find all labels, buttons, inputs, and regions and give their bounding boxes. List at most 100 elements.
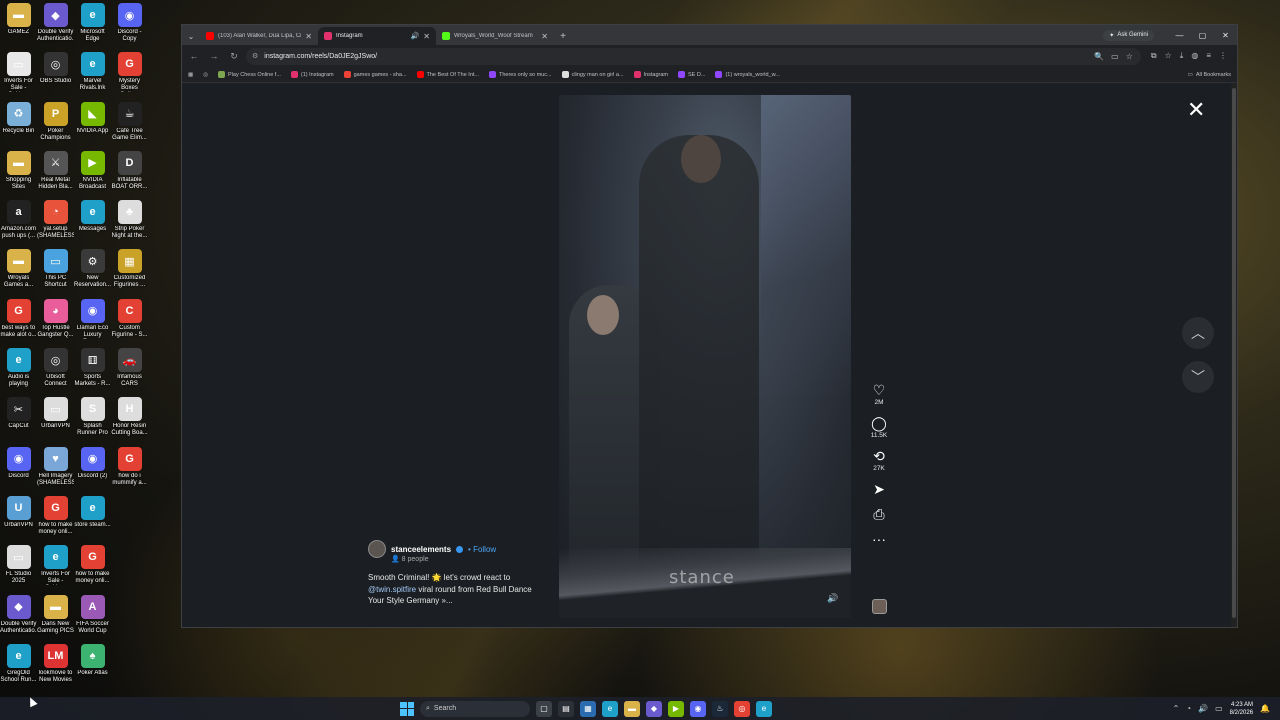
notifications-icon[interactable]: 🔔	[1260, 704, 1270, 713]
tab-kick-stream[interactable]: Wroyals_World_Woof Stream ✕	[436, 27, 554, 45]
comment-icon[interactable]: ◯	[871, 415, 887, 431]
steam-icon[interactable]: ♨	[712, 700, 728, 717]
desktop-icon[interactable]: ◎ Ubisoft Connect	[37, 345, 74, 394]
tray-overflow-icon[interactable]: ⌃	[1173, 704, 1180, 713]
favorites-icon[interactable]: ☆	[1165, 51, 1172, 61]
desktop-icon[interactable]: e store steam...	[74, 493, 111, 542]
follow-button[interactable]: • Follow	[468, 545, 496, 554]
save-action[interactable]: ⎙	[873, 506, 884, 522]
desktop-icon[interactable]: ▶ NVIDIA Broadcast	[74, 148, 111, 197]
close-icon[interactable]: ✕	[1187, 99, 1205, 121]
desktop-icon[interactable]: ♠ Poker Atlas	[74, 641, 111, 690]
scrollbar-thumb[interactable]	[1232, 88, 1236, 618]
bookmark-item[interactable]: Play Chess Online f...	[218, 71, 281, 78]
desktop-icon[interactable]: ▭ UrbanVPN	[37, 394, 74, 443]
collaborators[interactable]: 👤 8 people	[391, 555, 538, 563]
downloads-icon[interactable]: ⤓	[1180, 51, 1184, 61]
chrome-icon[interactable]: ◎	[203, 72, 208, 78]
ask-gemini-button[interactable]: ✦ Ask Gemini	[1103, 29, 1154, 41]
bookmark-item[interactable]: (1) Instagram	[290, 71, 334, 78]
discord-icon[interactable]: ◉	[690, 700, 706, 717]
previous-reel-button[interactable]: ︿	[1182, 317, 1214, 349]
reload-button[interactable]: ↻	[226, 48, 242, 64]
tab-instagram[interactable]: Instagram 🔊 ✕	[318, 27, 436, 45]
tab-close-icon[interactable]: ✕	[541, 32, 548, 41]
send-icon[interactable]: ➤	[873, 481, 885, 497]
desktop-icon[interactable]: e Messages	[74, 197, 111, 246]
bookmark-item[interactable]: Theres only so muc...	[489, 71, 552, 78]
desktop-icon[interactable]: ▦ Customized Figurines ...	[111, 246, 148, 295]
share-action[interactable]: ➤	[873, 481, 885, 497]
desktop-icon[interactable]: LM lookmovie to New Movies	[37, 641, 74, 690]
desktop-icon[interactable]: ◆ Double Verify Authenticatio...	[37, 0, 74, 49]
desktop-icon[interactable]: D Inflatable BOAT ORR...	[111, 148, 148, 197]
next-reel-button[interactable]: ﹀	[1182, 361, 1214, 393]
desktop-icon[interactable]: ☕ Cafe Tree Game Elim...	[111, 99, 148, 148]
audio-playing-icon[interactable]: 🔊	[411, 32, 420, 40]
more-menu-icon[interactable]: ⋮	[1219, 51, 1227, 61]
tab-youtube[interactable]: (103) Alan Walker, Dua Lipa, Cr ✕	[200, 27, 318, 45]
comment-action[interactable]: ◯ 11.5K	[871, 415, 888, 439]
desktop-icon[interactable]: ⚔ Real Metal Hidden Bla...	[37, 148, 74, 197]
desktop-icon[interactable]: ◉ Discord (2)	[74, 444, 111, 493]
author-name[interactable]: stanceelements	[391, 545, 451, 554]
tab-close-icon[interactable]: ✕	[305, 32, 312, 41]
battery-icon[interactable]: ▭	[1215, 704, 1223, 713]
cast-icon[interactable]: ▭	[1111, 52, 1119, 61]
desktop-icon[interactable]: a Amazon.com push ups (...	[0, 197, 37, 246]
bookmark-item[interactable]: games games - sha...	[343, 71, 407, 78]
bookmark-item[interactable]: (1) wroyals_world_w...	[715, 71, 780, 78]
task-view-icon[interactable]: ▢	[536, 700, 552, 717]
desktop-icon[interactable]: SSplash Runner Pro ...	[74, 394, 111, 443]
desktop-icon[interactable]: ▬ Shopping Sites	[0, 148, 37, 197]
tab-search-button[interactable]: ⌄	[182, 27, 200, 45]
desktop-icon[interactable]: Ghow to make money onli...	[37, 493, 74, 542]
original-audio-thumbnail[interactable]	[872, 599, 887, 614]
desktop-icon[interactable]: Gbest ways to make alot o...	[0, 296, 37, 345]
bookmark-item[interactable]: The Best Of The Int...	[416, 71, 479, 78]
avatar[interactable]	[368, 540, 386, 558]
profile-icon[interactable]: ◍	[1191, 51, 1198, 61]
forward-button[interactable]: →	[206, 48, 222, 64]
desktop-icon[interactable]: ▭ FL Studio 2025	[0, 542, 37, 591]
desktop-icon[interactable]: ◕ Top Hustle Gangster Q...	[37, 296, 74, 345]
desktop-icon[interactable]: H Honor Resin Cutting Boa...	[111, 394, 148, 443]
back-button[interactable]: ←	[186, 48, 202, 64]
desktop-icon[interactable]: ✂ CapCut	[0, 394, 37, 443]
start-button[interactable]	[400, 701, 414, 716]
desktop-icon[interactable]: ▬ Dans New Gaming PICS	[37, 592, 74, 641]
desktop-icon[interactable]: ◔ yal.setup (SHAMELESS)	[37, 197, 74, 246]
edge-icon[interactable]: e	[602, 700, 618, 717]
zoom-icon[interactable]: 🔍	[1094, 52, 1104, 61]
desktop-icon[interactable]: ▬ Wroyals Games a...	[0, 246, 37, 295]
desktop-icon[interactable]: ▭Inverts For Sale - Spide...	[0, 49, 37, 98]
desktop-icon[interactable]: ▭ This PC Shortcut	[37, 246, 74, 295]
system-clock[interactable]: 4:23 AM 8/2/2026	[1230, 701, 1253, 717]
desktop-icon[interactable]: 🚗 Infamous CARS	[111, 345, 148, 394]
edge-alt-icon[interactable]: e	[756, 700, 772, 717]
desktop-icon[interactable]: ▬ GAMEZ	[0, 0, 37, 49]
repost-action[interactable]: ⟲ 27K	[873, 448, 885, 472]
site-info-icon[interactable]: ⚙	[252, 52, 258, 60]
new-tab-button[interactable]: +	[554, 27, 572, 45]
desktop-icon[interactable]: ◣ NVIDIA App	[74, 99, 111, 148]
bookmark-star-icon[interactable]: ☆	[1126, 52, 1133, 61]
desktop-icon[interactable]: ◉ Discord	[0, 444, 37, 493]
desktop-icon[interactable]: ♥ Hell Imagery (SHAMELESS)	[37, 444, 74, 493]
desktop-icon[interactable]: C Custom Figurine - S...	[111, 296, 148, 345]
close-window-button[interactable]: ✕	[1214, 31, 1237, 40]
desktop-icon[interactable]: ◆ Double Verify Authenticatio...	[0, 592, 37, 641]
tab-close-icon[interactable]: ✕	[423, 32, 430, 41]
desktop-icon[interactable]: e Microsoft Edge	[74, 0, 111, 49]
volume-icon[interactable]: 🔊	[1198, 704, 1208, 713]
page-scrollbar[interactable]	[1231, 84, 1237, 627]
bookmark-item[interactable]: SE D...	[678, 71, 705, 78]
desktop-icon[interactable]: U UrbanVPN	[0, 493, 37, 542]
desktop-icon[interactable]: P Poker Champions	[37, 99, 74, 148]
all-bookmarks-button[interactable]: ▭ All Bookmarks	[1188, 72, 1231, 78]
authenticator-icon[interactable]: ◆	[646, 700, 662, 717]
reel-video[interactable]: stance 🔊	[559, 95, 851, 618]
desktop-icon[interactable]: ◎ OBS Studio	[37, 49, 74, 98]
desktop-icon[interactable]: ⚅ Sports Markets - R...	[74, 345, 111, 394]
extensions-icon[interactable]: ⧉	[1151, 51, 1157, 61]
